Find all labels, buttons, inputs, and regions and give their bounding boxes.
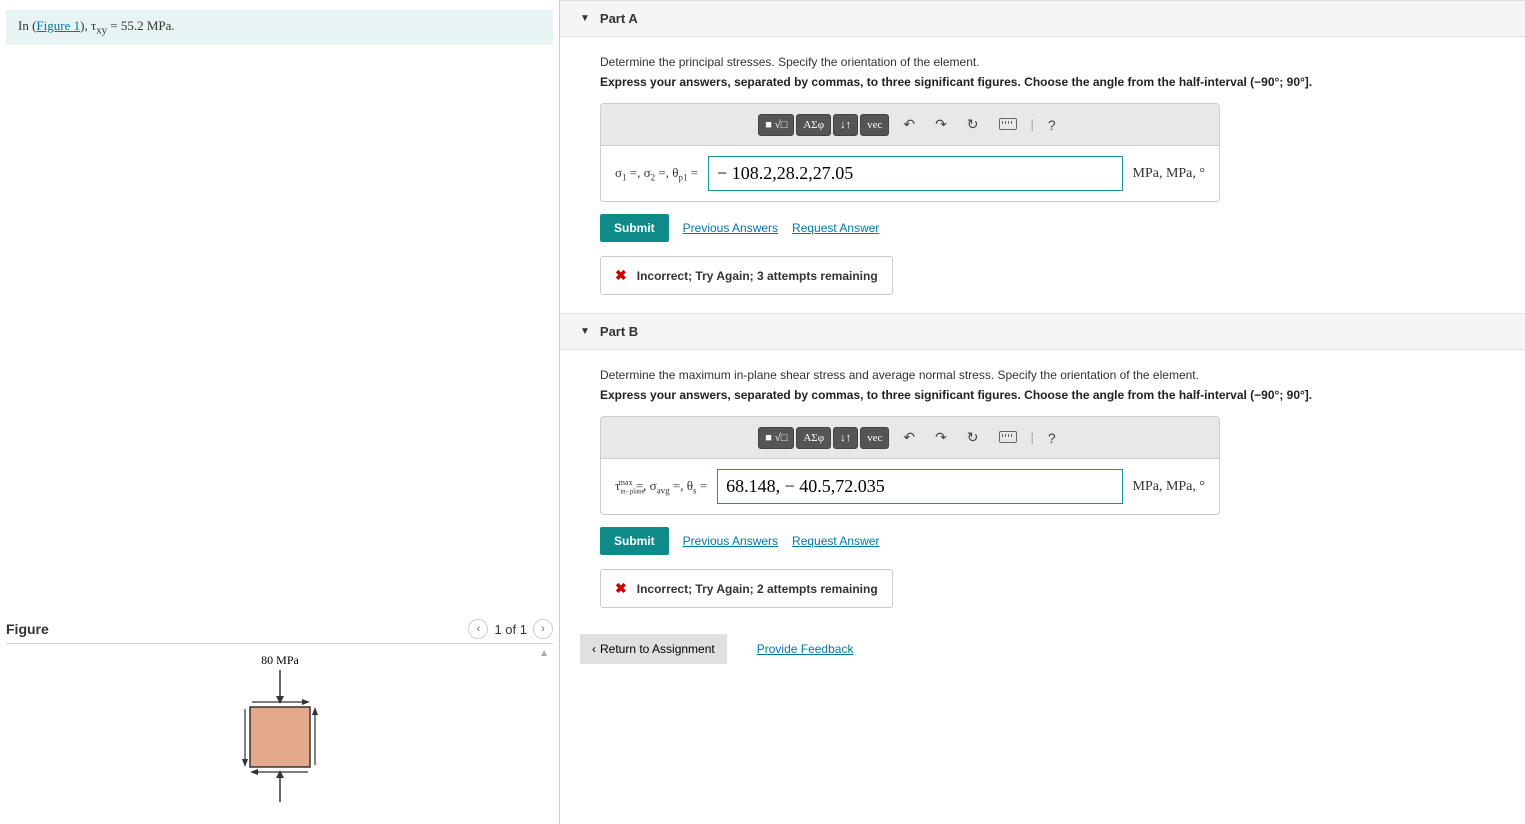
incorrect-icon: ✖: [615, 267, 627, 284]
part-b-previous-answers-link[interactable]: Previous Answers: [683, 534, 778, 548]
part-a-variables: σ1 =, σ2 =, θp1 =: [615, 165, 698, 183]
part-a-feedback: ✖ Incorrect; Try Again; 3 attempts remai…: [600, 256, 893, 295]
part-b-variables: τin−planemax =, σavg =, θs =: [615, 478, 707, 496]
part-a-previous-answers-link[interactable]: Previous Answers: [683, 221, 778, 235]
greek-tool-button[interactable]: ΑΣφ: [796, 427, 831, 449]
figure-prev-button[interactable]: ‹: [468, 619, 488, 639]
redo-button[interactable]: ↷: [929, 112, 953, 137]
part-b-answer-box: ■ √□ ΑΣφ ↓↑ vec ↶ ↷ ↻ | ? τin−planemax =…: [600, 416, 1220, 515]
chevron-down-icon: ▼: [580, 13, 590, 24]
keyboard-icon: [999, 118, 1017, 130]
part-b-answer-row: τin−planemax =, σavg =, θs = MPa, MPa, °: [601, 459, 1219, 514]
part-b-header[interactable]: ▼ Part B: [560, 313, 1525, 350]
part-a-answer-input[interactable]: [708, 156, 1122, 191]
part-b-instruction-1: Determine the maximum in-plane shear str…: [600, 368, 1485, 382]
part-a-submit-button[interactable]: Submit: [600, 214, 669, 242]
keyboard-icon: [999, 431, 1017, 443]
scroll-up-icon[interactable]: ▲: [539, 648, 549, 659]
part-b-submit-button[interactable]: Submit: [600, 527, 669, 555]
left-panel: In (Figure 1), τxy = 55.2 MPa. Figure ‹ …: [0, 0, 560, 824]
diagram-top-label: 80 MPa: [261, 653, 299, 667]
part-a-header[interactable]: ▼ Part A: [560, 0, 1525, 37]
part-b-instruction-2: Express your answers, separated by comma…: [600, 388, 1485, 402]
part-a-units: MPa, MPa, °: [1133, 166, 1206, 182]
subscript-tool-button[interactable]: ↓↑: [833, 114, 858, 136]
keyboard-button[interactable]: [993, 113, 1023, 137]
problem-statement: In (Figure 1), τxy = 55.2 MPa.: [6, 10, 553, 45]
part-a-feedback-text: Incorrect; Try Again; 3 attempts remaini…: [637, 269, 878, 283]
bottom-bar: ‹ Return to Assignment Provide Feedback: [560, 626, 1525, 678]
subscript-tool-button[interactable]: ↓↑: [833, 427, 858, 449]
part-b-feedback-text: Incorrect; Try Again; 2 attempts remaini…: [637, 582, 878, 596]
stress-diagram: 80 MPa: [200, 652, 360, 822]
help-button[interactable]: ?: [1042, 113, 1062, 137]
part-b-title: Part B: [600, 324, 638, 339]
part-a-actions: Submit Previous Answers Request Answer: [600, 214, 1485, 242]
part-a-title: Part A: [600, 11, 638, 26]
figure-counter: 1 of 1: [494, 622, 527, 637]
part-b-actions: Submit Previous Answers Request Answer: [600, 527, 1485, 555]
tau-sub: xy: [96, 25, 107, 37]
part-b-units: MPa, MPa, °: [1133, 479, 1206, 495]
part-a-answer-box: ■ √□ ΑΣφ ↓↑ vec ↶ ↷ ↻ | ? σ1 =, σ2 =, θp…: [600, 103, 1220, 202]
incorrect-icon: ✖: [615, 580, 627, 597]
provide-feedback-link[interactable]: Provide Feedback: [757, 642, 854, 656]
problem-prefix: In (: [18, 18, 36, 33]
chevron-down-icon: ▼: [580, 326, 590, 337]
problem-afterlink: ), τ: [80, 18, 96, 33]
figure-link[interactable]: Figure 1: [36, 18, 80, 33]
undo-button[interactable]: ↶: [897, 425, 921, 450]
part-a-instruction-1: Determine the principal stresses. Specif…: [600, 55, 1485, 69]
part-b-request-answer-link[interactable]: Request Answer: [792, 534, 879, 548]
part-a-request-answer-link[interactable]: Request Answer: [792, 221, 879, 235]
chevron-left-icon: ‹: [592, 642, 596, 656]
part-b-answer-input[interactable]: [717, 469, 1122, 504]
part-a-toolbar: ■ √□ ΑΣφ ↓↑ vec ↶ ↷ ↻ | ?: [601, 104, 1219, 146]
figure-section: Figure ‹ 1 of 1 › ▲ 80 MPa: [0, 615, 559, 824]
fraction-tool-button[interactable]: ■ √□: [758, 427, 794, 449]
figure-title: Figure: [6, 621, 49, 637]
part-b-feedback: ✖ Incorrect; Try Again; 2 attempts remai…: [600, 569, 893, 608]
redo-button[interactable]: ↷: [929, 425, 953, 450]
vector-tool-button[interactable]: vec: [860, 114, 889, 136]
return-to-assignment-button[interactable]: ‹ Return to Assignment: [580, 634, 727, 664]
fraction-tool-button[interactable]: ■ √□: [758, 114, 794, 136]
figure-header: Figure ‹ 1 of 1 ›: [6, 615, 553, 644]
keyboard-button[interactable]: [993, 426, 1023, 450]
figure-next-button[interactable]: ›: [533, 619, 553, 639]
help-button[interactable]: ?: [1042, 426, 1062, 450]
part-b-body: Determine the maximum in-plane shear str…: [560, 350, 1525, 626]
part-a-body: Determine the principal stresses. Specif…: [560, 37, 1525, 313]
figure-nav: ‹ 1 of 1 ›: [468, 619, 553, 639]
reset-button[interactable]: ↻: [961, 425, 985, 450]
vector-tool-button[interactable]: vec: [860, 427, 889, 449]
part-b-toolbar: ■ √□ ΑΣφ ↓↑ vec ↶ ↷ ↻ | ?: [601, 417, 1219, 459]
part-a-instruction-2: Express your answers, separated by comma…: [600, 75, 1485, 89]
right-panel: ▼ Part A Determine the principal stresse…: [560, 0, 1525, 824]
problem-value: = 55.2 MPa.: [107, 18, 175, 33]
figure-body: ▲ 80 MPa: [6, 644, 553, 824]
part-a-answer-row: σ1 =, σ2 =, θp1 = MPa, MPa, °: [601, 146, 1219, 201]
undo-button[interactable]: ↶: [897, 112, 921, 137]
reset-button[interactable]: ↻: [961, 112, 985, 137]
greek-tool-button[interactable]: ΑΣφ: [796, 114, 831, 136]
